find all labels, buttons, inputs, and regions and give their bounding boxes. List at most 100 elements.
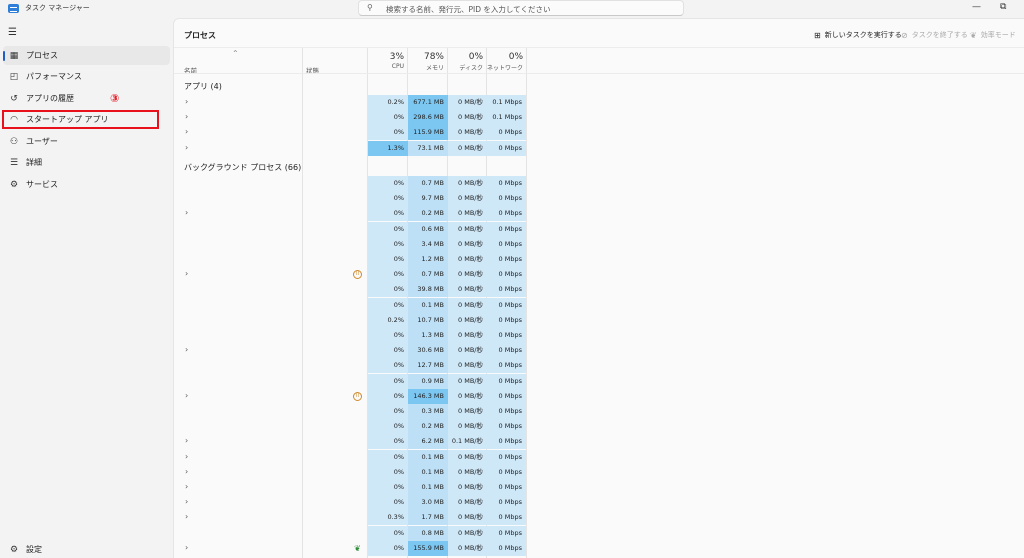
column-header-disk[interactable]: 0% ディスク bbox=[448, 52, 483, 72]
table-row[interactable]: › 0% 3.0 MB 0 MB/秒 0 Mbps bbox=[174, 495, 1024, 511]
expand-chevron-icon[interactable]: › bbox=[185, 143, 188, 152]
disk-cell: 0 MB/秒 bbox=[448, 343, 487, 359]
expand-chevron-icon[interactable]: › bbox=[185, 497, 188, 506]
expand-chevron-icon[interactable]: › bbox=[185, 512, 188, 521]
expand-chevron-icon[interactable]: › bbox=[185, 345, 188, 354]
minimize-button[interactable]: — bbox=[972, 2, 981, 12]
sidebar-item-services[interactable]: ⚙ サービス bbox=[3, 175, 170, 194]
expand-chevron-icon[interactable]: › bbox=[185, 391, 188, 400]
run-new-task-button[interactable]: ⊞ 新しいタスクを実行する bbox=[814, 30, 902, 40]
table-row[interactable]: › 0% 0.2 MB 0 MB/秒 0 Mbps bbox=[174, 206, 1024, 222]
table-row[interactable]: 0% 1.2 MB 0 MB/秒 0 Mbps bbox=[174, 252, 1024, 267]
column-header-cpu[interactable]: 3% CPU bbox=[368, 52, 404, 70]
table-row[interactable]: 0% 0.2 MB 0 MB/秒 0 Mbps bbox=[174, 419, 1024, 435]
net-cell: 0 Mbps bbox=[487, 404, 526, 419]
cpu-total: 3% bbox=[389, 52, 404, 62]
efficiency-mode-button[interactable]: ❦ 効率モード bbox=[970, 30, 1016, 40]
table-row[interactable]: › 0% 6.2 MB 0.1 MB/秒 0 Mbps bbox=[174, 434, 1024, 450]
disk-cell: 0 MB/秒 bbox=[448, 110, 487, 126]
cpu-cell: 0% bbox=[368, 495, 408, 511]
cpu-cell: 0% bbox=[368, 358, 408, 374]
sidebar-item-processes[interactable]: ▦ プロセス bbox=[3, 46, 170, 65]
expand-chevron-icon[interactable]: › bbox=[185, 269, 188, 278]
table-row[interactable]: › 1.3% 73.1 MB 0 MB/秒 0 Mbps bbox=[174, 140, 1024, 156]
suspended-status-icon: II bbox=[353, 270, 362, 280]
table-row[interactable]: 0% 0.3 MB 0 MB/秒 0 Mbps bbox=[174, 404, 1024, 419]
net-cell: 0 Mbps bbox=[487, 495, 526, 511]
mem-cell: 0.3 MB bbox=[408, 404, 448, 419]
table-row[interactable]: › II 0% 146.3 MB 0 MB/秒 0 Mbps bbox=[174, 388, 1024, 404]
expand-chevron-icon[interactable]: › bbox=[185, 436, 188, 445]
table-row[interactable]: › 0.3% 1.7 MB 0 MB/秒 0 Mbps bbox=[174, 510, 1024, 526]
table-row[interactable]: › II 0% 0.7 MB 0 MB/秒 0 Mbps bbox=[174, 267, 1024, 283]
mem-cell: 0.8 MB bbox=[408, 525, 448, 541]
table-row[interactable]: › ❦ 0% 155.9 MB 0 MB/秒 0 Mbps bbox=[174, 540, 1024, 556]
sidebar-item-settings[interactable]: ⚙ 設定 bbox=[3, 540, 170, 558]
table-row[interactable]: › 0% 0.1 MB 0 MB/秒 0 Mbps bbox=[174, 449, 1024, 465]
expand-chevron-icon[interactable]: › bbox=[185, 208, 188, 217]
table-row[interactable]: 0% 0.1 MB 0 MB/秒 0 Mbps bbox=[174, 297, 1024, 313]
net-cell: 0 Mbps bbox=[487, 373, 526, 389]
mem-cell: 30.6 MB bbox=[408, 343, 448, 359]
expand-chevron-icon[interactable]: › bbox=[185, 97, 188, 106]
expand-chevron-icon[interactable]: › bbox=[185, 482, 188, 491]
expand-chevron-icon[interactable]: › bbox=[185, 127, 188, 136]
expand-chevron-icon[interactable]: › bbox=[185, 467, 188, 476]
expand-chevron-icon[interactable]: › bbox=[185, 452, 188, 461]
sort-chevron-icon[interactable]: ⌃ bbox=[232, 49, 239, 58]
sidebar-item-performance[interactable]: ◰ パフォーマンス bbox=[3, 67, 170, 86]
table-row[interactable]: 0% 1.3 MB 0 MB/秒 0 Mbps bbox=[174, 328, 1024, 343]
cpu-cell: 0% bbox=[368, 267, 408, 283]
end-task-button[interactable]: ⊘ タスクを終了する bbox=[901, 30, 968, 40]
menu-icon[interactable]: ☰ bbox=[8, 27, 17, 38]
cpu-cell: 1.3% bbox=[368, 140, 408, 156]
cpu-cell: 0% bbox=[368, 221, 408, 237]
table-row[interactable]: › 0.2% 677.1 MB 0 MB/秒 0.1 Mbps bbox=[174, 95, 1024, 110]
mem-cell: 0.7 MB bbox=[408, 176, 448, 191]
column-header-network[interactable]: 0% ネットワーク bbox=[487, 52, 523, 72]
mem-cell: 155.9 MB bbox=[408, 540, 448, 556]
search-input[interactable]: ⚲ 検索する名前、発行元、PID を入力してください bbox=[358, 0, 684, 16]
mem-cell: 677.1 MB bbox=[408, 95, 448, 110]
cpu-cell: 0.3% bbox=[368, 510, 408, 526]
table-row[interactable]: 0% 0.7 MB 0 MB/秒 0 Mbps bbox=[174, 176, 1024, 191]
cpu-cell: 0% bbox=[368, 110, 408, 126]
table-row[interactable]: 0% 39.8 MB 0 MB/秒 0 Mbps bbox=[174, 282, 1024, 298]
cpu-cell: 0% bbox=[368, 297, 408, 313]
table-row[interactable]: 0% 9.7 MB 0 MB/秒 0 Mbps bbox=[174, 191, 1024, 207]
disk-label: ディスク bbox=[459, 65, 483, 72]
table-row[interactable]: › 0% 0.1 MB 0 MB/秒 0 Mbps bbox=[174, 464, 1024, 480]
table-row[interactable]: 0.2% 10.7 MB 0 MB/秒 0 Mbps bbox=[174, 312, 1024, 328]
net-cell: 0 Mbps bbox=[487, 140, 526, 156]
search-placeholder: 検索する名前、発行元、PID を入力してください bbox=[386, 5, 551, 14]
cpu-cell: 0% bbox=[368, 388, 408, 404]
mem-cell: 0.1 MB bbox=[408, 480, 448, 495]
net-cell: 0 Mbps bbox=[487, 480, 526, 495]
disk-cell: 0 MB/秒 bbox=[448, 176, 487, 191]
mem-cell: 1.2 MB bbox=[408, 252, 448, 267]
table-row[interactable]: › 0% 0.1 MB 0 MB/秒 0 Mbps bbox=[174, 480, 1024, 495]
cpu-cell: 0% bbox=[368, 434, 408, 450]
table-row[interactable]: 0% 0.8 MB 0 MB/秒 0 Mbps bbox=[174, 525, 1024, 541]
table-row[interactable]: 0% 3.4 MB 0 MB/秒 0 Mbps bbox=[174, 236, 1024, 252]
net-cell: 0 Mbps bbox=[487, 236, 526, 252]
column-header-memory[interactable]: 78% メモリ bbox=[408, 52, 444, 72]
cpu-cell: 0.2% bbox=[368, 95, 408, 110]
table-row[interactable]: 0% 12.7 MB 0 MB/秒 0 Mbps bbox=[174, 358, 1024, 374]
sidebar-item-app-history[interactable]: ↺ アプリの履歴 bbox=[3, 89, 170, 108]
expand-chevron-icon[interactable]: › bbox=[185, 543, 188, 552]
sidebar-item-details[interactable]: ☰ 詳細 bbox=[3, 153, 170, 172]
main-panel: プロセス ⊞ 新しいタスクを実行する ⊘ タスクを終了する ❦ 効率モード ⌃ … bbox=[173, 18, 1024, 558]
cpu-cell: 0% bbox=[368, 176, 408, 191]
restore-button[interactable]: ⧉ bbox=[1000, 2, 1006, 12]
sidebar-item-users[interactable]: ⚇ ユーザー bbox=[3, 132, 170, 151]
table-row[interactable]: › 0% 30.6 MB 0 MB/秒 0 Mbps bbox=[174, 343, 1024, 359]
table-row[interactable]: › 0% 115.9 MB 0 MB/秒 0 Mbps bbox=[174, 125, 1024, 141]
net-cell: 0.1 Mbps bbox=[487, 110, 526, 126]
table-row[interactable]: 0% 0.6 MB 0 MB/秒 0 Mbps bbox=[174, 221, 1024, 237]
net-cell: 0 Mbps bbox=[487, 221, 526, 237]
net-cell: 0 Mbps bbox=[487, 312, 526, 328]
table-row[interactable]: › 0% 298.6 MB 0 MB/秒 0.1 Mbps bbox=[174, 110, 1024, 126]
table-row[interactable]: 0% 0.9 MB 0 MB/秒 0 Mbps bbox=[174, 373, 1024, 389]
expand-chevron-icon[interactable]: › bbox=[185, 112, 188, 121]
